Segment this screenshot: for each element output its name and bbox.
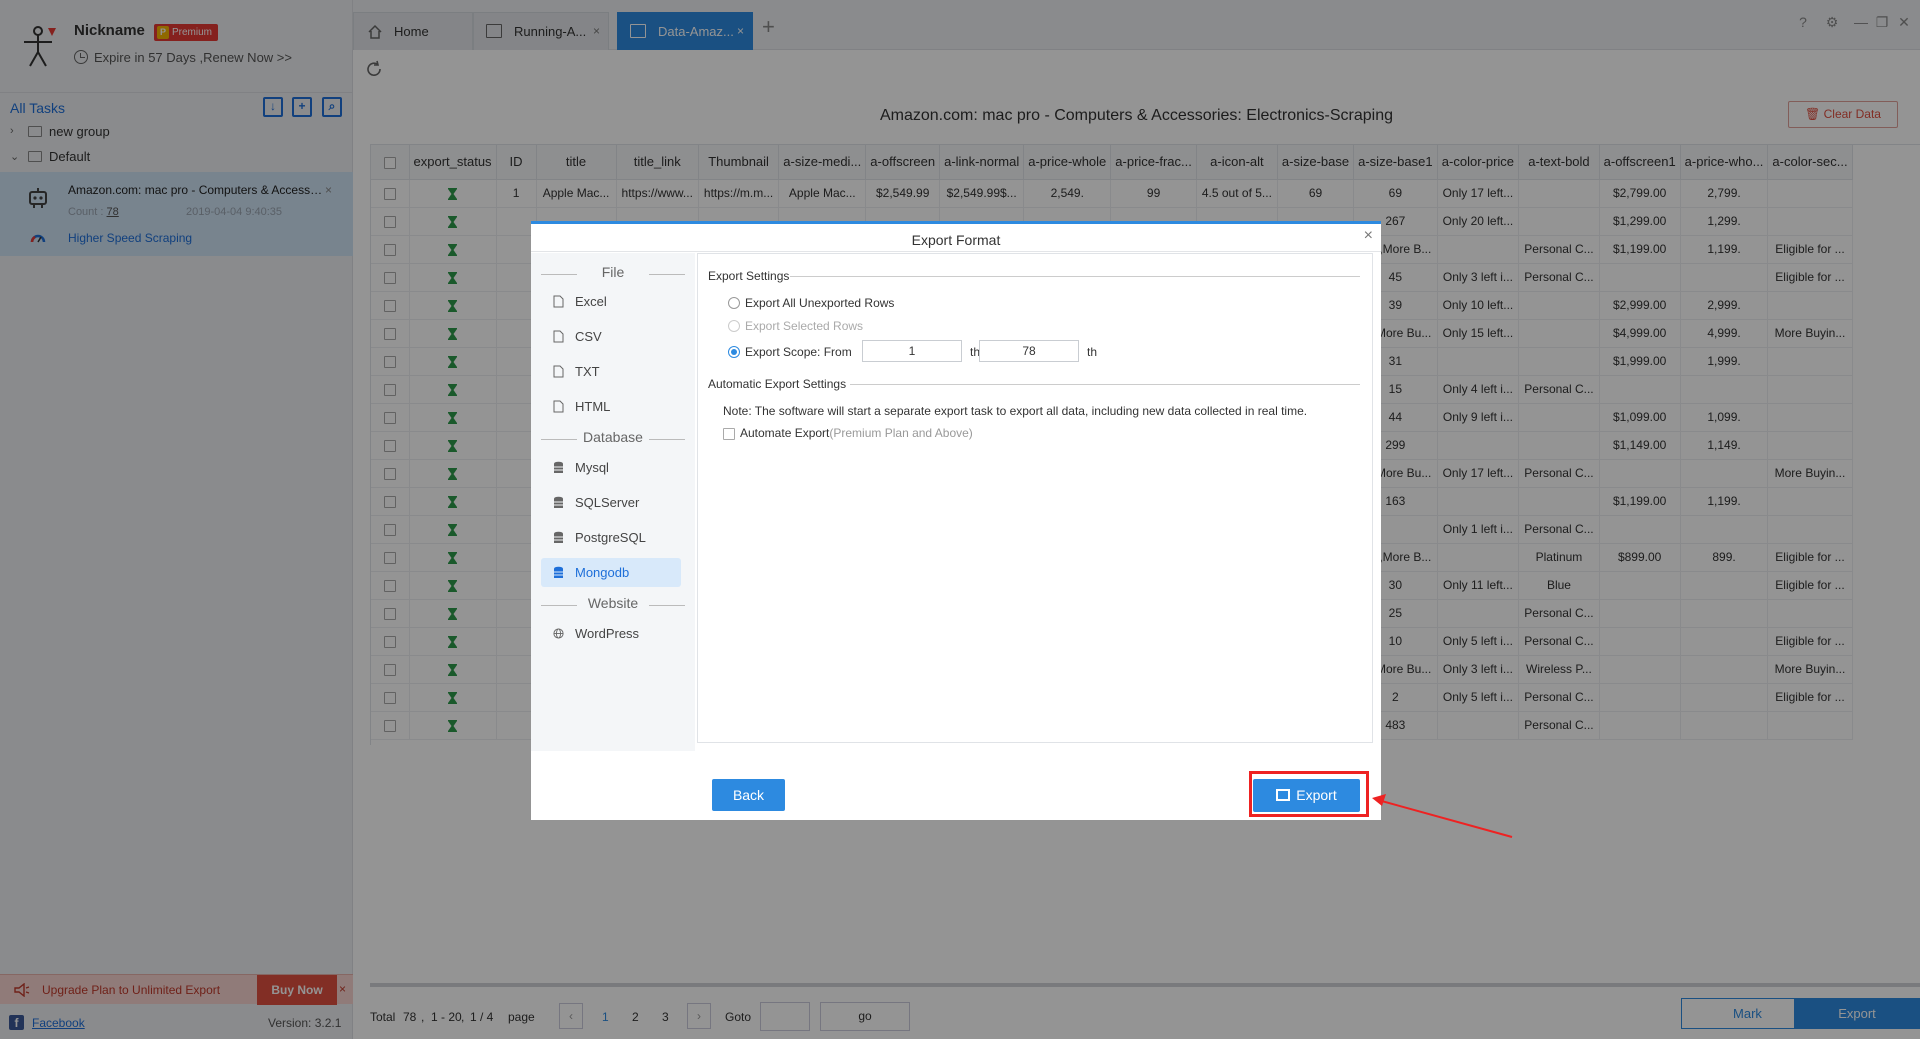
file-icon <box>553 365 564 378</box>
option-label: Export Scope: From <box>745 345 852 359</box>
section-website: Website <box>541 595 685 615</box>
format-label: Mysql <box>575 460 609 475</box>
scope-to-input[interactable]: 78 <box>979 340 1079 362</box>
format-excel[interactable]: Excel <box>541 287 681 316</box>
divider <box>790 276 1360 277</box>
file-icon <box>553 295 564 308</box>
file-icon <box>553 330 564 343</box>
format-label: Excel <box>575 294 607 309</box>
radio[interactable] <box>728 346 740 358</box>
format-label: CSV <box>575 329 602 344</box>
format-mongodb[interactable]: Mongodb <box>541 558 681 587</box>
format-wordpress[interactable]: WordPress <box>541 619 681 648</box>
automate-export-option[interactable]: Automate Export(Premium Plan and Above) <box>723 426 973 440</box>
section-database: Database <box>541 429 685 449</box>
automate-hint: (Premium Plan and Above) <box>829 426 973 440</box>
database-icon <box>554 566 563 578</box>
radio <box>728 320 740 332</box>
format-sqlserver[interactable]: SQLServer <box>541 488 681 517</box>
annotation-arrow <box>1372 794 1513 838</box>
option-label: Export Selected Rows <box>745 319 864 333</box>
option-export-selected: Export Selected Rows <box>728 319 863 333</box>
format-mysql[interactable]: Mysql <box>541 453 681 482</box>
export-settings-heading: Export Settings <box>708 269 790 283</box>
section-file: File <box>541 264 685 284</box>
export-highlight-box <box>1249 771 1369 817</box>
format-label: HTML <box>575 399 611 414</box>
back-button[interactable]: Back <box>712 779 785 811</box>
auto-settings-heading: Automatic Export Settings <box>708 377 847 391</box>
format-sidebar: File Excel CSV TXT HTML Database Mysql S… <box>531 253 695 751</box>
close-icon[interactable]: × <box>1364 227 1373 245</box>
format-html[interactable]: HTML <box>541 392 681 421</box>
format-label: TXT <box>575 364 600 379</box>
export-settings-panel: Export Settings Export All Unexported Ro… <box>697 253 1373 743</box>
checkbox[interactable] <box>723 427 735 440</box>
database-icon <box>554 461 563 473</box>
export-format-dialog: Export Format × File Excel CSV TXT HTML … <box>531 221 1381 820</box>
database-icon <box>554 531 563 543</box>
globe-icon <box>553 628 564 639</box>
radio[interactable] <box>728 297 740 309</box>
divider <box>850 384 1360 385</box>
format-label: Mongodb <box>575 565 630 580</box>
scope-from-input[interactable]: 1 <box>862 340 962 362</box>
format-label: SQLServer <box>575 495 640 510</box>
database-icon <box>554 496 563 508</box>
format-csv[interactable]: CSV <box>541 322 681 351</box>
option-export-scope[interactable]: Export Scope: From <box>728 345 852 359</box>
format-txt[interactable]: TXT <box>541 357 681 386</box>
option-export-all[interactable]: Export All Unexported Rows <box>728 296 894 310</box>
automate-label: Automate Export <box>740 426 830 440</box>
format-label: PostgreSQL <box>575 530 646 545</box>
option-label: Export All Unexported Rows <box>745 296 895 310</box>
export-note: Note: The software will start a separate… <box>723 404 1308 418</box>
dialog-title: Export Format <box>531 221 1381 252</box>
format-postgresql[interactable]: PostgreSQL <box>541 523 681 552</box>
file-icon <box>553 400 564 413</box>
th-label: th <box>1087 345 1098 359</box>
format-label: WordPress <box>575 626 640 641</box>
